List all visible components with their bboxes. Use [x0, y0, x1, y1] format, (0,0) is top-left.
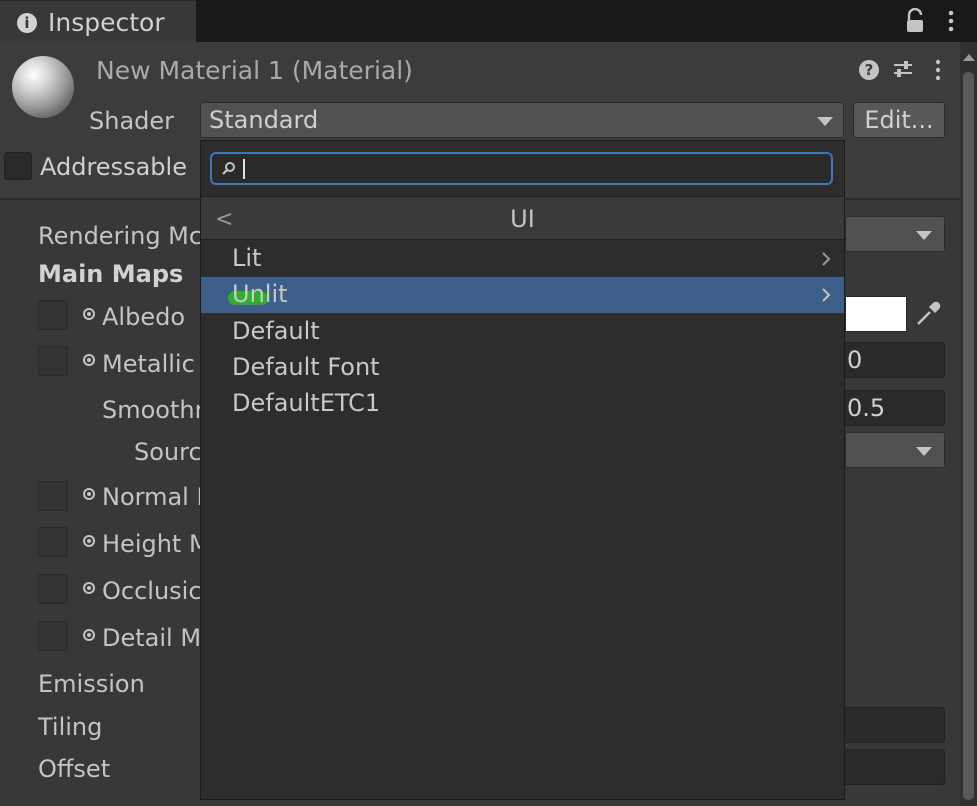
- height-map-texture-slot[interactable]: [38, 527, 68, 557]
- shader-item-label: Default: [232, 317, 320, 345]
- tab-inspector[interactable]: i Inspector: [0, 0, 196, 45]
- normal-map-label: Normal I: [102, 483, 204, 511]
- offset-field[interactable]: [838, 749, 945, 785]
- height-map-label: Height M: [102, 530, 210, 558]
- source-dropdown[interactable]: [845, 432, 945, 468]
- smoothness-label: Smoothr: [102, 396, 205, 424]
- popup-breadcrumb-header: UI <: [201, 196, 844, 240]
- metallic-label: Metallic: [102, 350, 195, 378]
- search-icon: [222, 162, 235, 175]
- object-picker-icon[interactable]: [83, 535, 95, 547]
- source-label: Sourc: [134, 438, 202, 466]
- lock-icon[interactable]: [904, 8, 926, 34]
- metallic-value-field[interactable]: 0: [838, 342, 945, 378]
- shader-item-default[interactable]: Default: [201, 314, 844, 350]
- shader-item-label: Default Font: [232, 353, 380, 381]
- object-picker-icon[interactable]: [83, 582, 95, 594]
- offset-label: Offset: [38, 755, 111, 783]
- scroll-up-arrow-icon[interactable]: [963, 54, 975, 61]
- kebab-menu-icon[interactable]: [931, 58, 945, 82]
- metallic-texture-slot[interactable]: [38, 346, 68, 376]
- shader-item-lit[interactable]: Lit: [201, 241, 844, 277]
- material-preview-sphere-icon: [12, 56, 74, 118]
- shader-item-label: Unlit: [232, 280, 288, 308]
- shader-selector-popup: UI < Lit Unlit Default Default Font Defa…: [200, 140, 845, 800]
- rendering-mode-dropdown[interactable]: [845, 216, 945, 252]
- shader-item-default-etc1[interactable]: DefaultETC1: [201, 386, 844, 422]
- object-picker-icon[interactable]: [83, 308, 95, 320]
- albedo-texture-slot[interactable]: [38, 300, 68, 330]
- shader-item-label: DefaultETC1: [232, 389, 381, 417]
- preset-settings-icon[interactable]: [891, 58, 915, 82]
- dropdown-arrow-icon: [916, 231, 932, 240]
- help-icon[interactable]: ?: [859, 60, 879, 80]
- dropdown-arrow-icon: [916, 447, 932, 456]
- tiling-label: Tiling: [38, 713, 103, 741]
- tab-label: Inspector: [48, 8, 165, 37]
- emission-label: Emission: [38, 670, 145, 698]
- back-arrow-icon[interactable]: <: [215, 207, 233, 232]
- shader-value: Standard: [209, 106, 319, 134]
- rendering-mode-label: Rendering Mc: [38, 222, 203, 250]
- material-title: New Material 1 (Material): [96, 56, 413, 85]
- albedo-label: Albedo: [102, 303, 186, 331]
- shader-search-input[interactable]: [210, 152, 833, 185]
- normal-map-texture-slot[interactable]: [38, 481, 68, 511]
- kebab-menu-icon[interactable]: [944, 8, 958, 34]
- addressable-checkbox[interactable]: [4, 152, 32, 180]
- text-caret: [243, 159, 245, 179]
- eyedropper-icon[interactable]: [912, 298, 944, 330]
- object-picker-icon[interactable]: [83, 488, 95, 500]
- object-picker-icon[interactable]: [83, 354, 95, 366]
- main-maps-heading: Main Maps: [38, 260, 184, 288]
- popup-title: UI: [510, 205, 535, 233]
- dropdown-arrow-icon: [817, 117, 833, 126]
- albedo-color-swatch[interactable]: [845, 296, 907, 332]
- shader-item-unlit[interactable]: Unlit: [201, 277, 844, 313]
- shader-item-default-font[interactable]: Default Font: [201, 350, 844, 386]
- tiling-field[interactable]: [838, 707, 945, 743]
- smoothness-value-field[interactable]: 0.5: [838, 390, 945, 426]
- shader-dropdown[interactable]: Standard: [200, 102, 844, 138]
- edit-shader-button[interactable]: Edit...: [853, 102, 945, 138]
- addressable-label: Addressable: [40, 153, 187, 181]
- detail-mask-texture-slot[interactable]: [38, 621, 68, 651]
- info-icon: i: [17, 13, 37, 33]
- chevron-right-icon: [822, 252, 831, 266]
- detail-mask-label: Detail M: [102, 624, 202, 652]
- occlusion-texture-slot[interactable]: [38, 574, 68, 604]
- chevron-right-icon: [822, 288, 831, 302]
- object-picker-icon[interactable]: [83, 629, 95, 641]
- scrollbar-thumb[interactable]: [963, 72, 974, 800]
- shader-item-label: Lit: [232, 244, 262, 272]
- occlusion-label: Occlusic: [102, 577, 202, 605]
- shader-label: Shader: [89, 107, 175, 135]
